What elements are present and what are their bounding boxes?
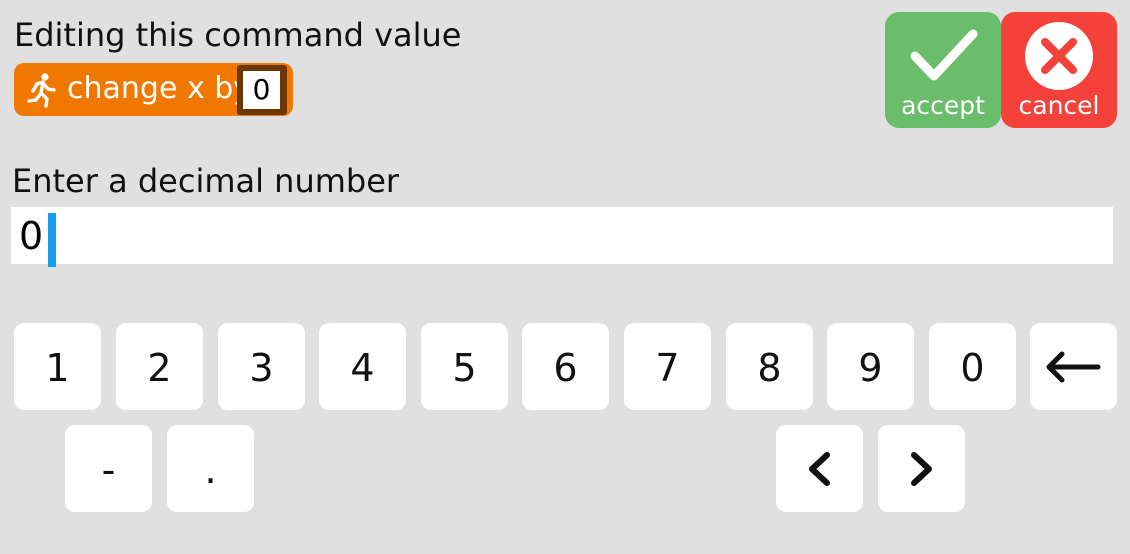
command-value-slot: 0: [237, 65, 287, 115]
command-block: change x by 0: [14, 63, 293, 116]
key-4[interactable]: 4: [319, 323, 406, 410]
editor-title: Editing this command value: [14, 16, 462, 54]
decimal-point-key[interactable]: .: [167, 425, 254, 512]
cursor-left-key[interactable]: [776, 425, 863, 512]
cursor-right-key[interactable]: [878, 425, 965, 512]
key-9[interactable]: 9: [827, 323, 914, 410]
key-7[interactable]: 7: [624, 323, 711, 410]
key-6[interactable]: 6: [522, 323, 609, 410]
backspace-key[interactable]: [1030, 323, 1117, 410]
running-person-icon: [27, 73, 56, 108]
chevron-left-icon: [809, 452, 830, 486]
accept-label: accept: [901, 91, 985, 120]
key-3[interactable]: 3: [218, 323, 305, 410]
chevron-right-icon: [911, 452, 932, 486]
key-8[interactable]: 8: [726, 323, 813, 410]
number-editor-screen: Editing this command value change x by 0…: [0, 0, 1130, 554]
cancel-label: cancel: [1018, 91, 1100, 120]
number-input-value: 0: [19, 214, 44, 258]
minus-key[interactable]: -: [65, 425, 152, 512]
close-circle-icon: [1025, 22, 1093, 90]
key-0[interactable]: 0: [929, 323, 1016, 410]
checkmark-icon: [910, 29, 978, 81]
accept-button[interactable]: accept: [885, 12, 1001, 128]
command-value: 0: [243, 71, 280, 109]
text-caret: [48, 213, 56, 267]
key-2[interactable]: 2: [116, 323, 203, 410]
backspace-arrow-icon: [1046, 351, 1101, 383]
key-1[interactable]: 1: [14, 323, 101, 410]
input-prompt: Enter a decimal number: [12, 162, 400, 200]
key-5[interactable]: 5: [421, 323, 508, 410]
command-label: change x by: [67, 71, 252, 106]
number-input[interactable]: 0: [11, 207, 1113, 267]
cancel-button[interactable]: cancel: [1001, 12, 1117, 128]
